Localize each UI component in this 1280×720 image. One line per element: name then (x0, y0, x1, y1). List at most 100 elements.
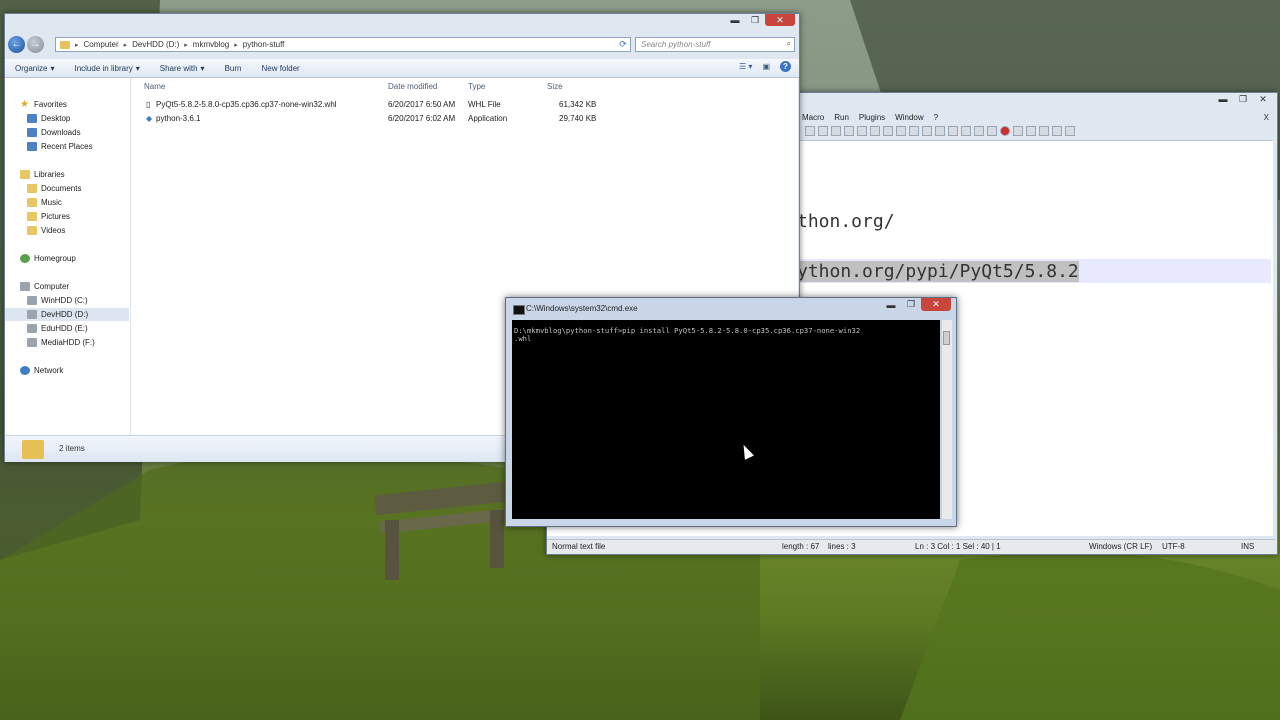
address-bar[interactable]: ▸ Computer ▸ DevHDD (D:) ▸ mkmvblog ▸ py… (55, 37, 631, 52)
explorer-caption-buttons: ▬ ❐ ✕ (725, 14, 795, 26)
menu-run[interactable]: Run (834, 113, 849, 122)
nav-documents[interactable]: Documents (27, 182, 81, 195)
nav-desktop[interactable]: Desktop (27, 112, 70, 125)
column-header-size[interactable]: Size (547, 82, 563, 91)
share-with-button[interactable]: Share with ▾ (150, 64, 215, 73)
computer-icon (20, 282, 30, 291)
view-controls: ☰ ▾ ▣ ? (739, 61, 791, 72)
nav-videos[interactable]: Videos (27, 224, 65, 237)
nav-drive-c[interactable]: WinHDD (C:) (27, 294, 88, 307)
toolbar-icon[interactable] (831, 126, 841, 136)
scrollbar-thumb[interactable] (943, 331, 950, 345)
nav-music[interactable]: Music (27, 196, 62, 209)
console-output[interactable]: D:\mkmvblog\python-stuff>pip install PyQ… (512, 320, 940, 519)
nav-label: DevHDD (D:) (41, 310, 89, 319)
stop-macro-icon[interactable] (1013, 126, 1023, 136)
column-header-date[interactable]: Date modified (388, 82, 437, 91)
toolbar-icon[interactable] (870, 126, 880, 136)
nav-favorites[interactable]: ★ Favorites (20, 98, 67, 111)
pictures-icon (27, 212, 37, 221)
toolbar-icon[interactable] (844, 126, 854, 136)
code-line-3: ython.org/pypi/PyQt5/5.8.2 (797, 261, 1079, 282)
selected-text: ython.org/pypi/PyQt5/5.8.2 (797, 261, 1079, 282)
nav-label: Downloads (41, 128, 81, 137)
close-icon[interactable]: ✕ (1253, 93, 1273, 105)
breadcrumb-computer[interactable]: Computer (84, 40, 119, 49)
play-macro-icon[interactable] (1026, 126, 1036, 136)
status-file-type: Normal text file (552, 542, 606, 551)
nav-downloads[interactable]: Downloads (27, 126, 81, 139)
network-icon (20, 366, 30, 375)
breadcrumb-mkmvblog[interactable]: mkmvblog (193, 40, 229, 49)
toolbar-icon[interactable] (805, 126, 815, 136)
toolbar-icon[interactable] (857, 126, 867, 136)
chevron-right-icon: ▸ (123, 41, 128, 49)
menu-plugins[interactable]: Plugins (859, 113, 885, 122)
nav-pictures[interactable]: Pictures (27, 210, 70, 223)
nav-label: Desktop (41, 114, 71, 123)
breadcrumb-python-stuff[interactable]: python-stuff (243, 40, 285, 49)
maximize-icon[interactable]: ❐ (745, 14, 765, 26)
nav-homegroup[interactable]: Homegroup (20, 252, 76, 265)
desktop-icon (27, 114, 37, 123)
toolbar-icon[interactable] (818, 126, 828, 136)
toolbar-icon[interactable] (883, 126, 893, 136)
preview-pane-icon[interactable]: ▣ (762, 62, 770, 71)
cmd-caption-buttons: ▬ ❐ ✕ (881, 298, 951, 311)
change-view-icon[interactable]: ☰ ▾ (739, 62, 752, 71)
menu-macro[interactable]: Macro (802, 113, 824, 122)
include-in-library-button[interactable]: Include in library ▾ (64, 64, 149, 73)
organize-button[interactable]: Organize ▾ (5, 64, 64, 73)
column-header-type[interactable]: Type (468, 82, 485, 91)
toolbar-icon[interactable] (1052, 126, 1062, 136)
toolbar-icon[interactable] (948, 126, 958, 136)
new-folder-button[interactable]: New folder (251, 64, 309, 73)
close-document-icon[interactable]: X (1264, 113, 1269, 122)
maximize-icon[interactable]: ❐ (1233, 93, 1253, 105)
help-icon[interactable]: ? (780, 61, 791, 72)
status-insert-mode: INS (1241, 542, 1255, 551)
toolbar-icon[interactable] (909, 126, 919, 136)
documents-icon (27, 184, 37, 193)
nav-drive-f[interactable]: MediaHDD (F:) (27, 336, 95, 349)
burn-button[interactable]: Burn (215, 64, 252, 73)
file-row[interactable]: ◆ python-3.6.1 6/20/2017 6:02 AM Applica… (131, 113, 596, 126)
record-macro-icon[interactable] (1000, 126, 1010, 136)
toolbar-icon[interactable] (896, 126, 906, 136)
nav-label: Libraries (34, 170, 65, 179)
maximize-icon[interactable]: ❐ (901, 298, 921, 311)
search-icon: ⌕ (786, 39, 791, 48)
cmd-window[interactable]: C:\Windows\system32\cmd.exe ▬ ❐ ✕ D:\mkm… (505, 297, 957, 527)
toolbar-icon[interactable] (1065, 126, 1075, 136)
scrollbar[interactable] (941, 320, 952, 519)
minimize-icon[interactable]: ▬ (1213, 93, 1233, 105)
close-icon[interactable]: ✕ (921, 298, 951, 311)
nav-drive-e[interactable]: EduHDD (E:) (27, 322, 88, 335)
file-size: 29,740 KB (559, 114, 597, 123)
file-row[interactable]: ▯ PyQt5-5.8.2-5.8.0-cp35.cp36.cp37-none-… (131, 99, 596, 112)
nav-computer[interactable]: Computer (20, 280, 69, 293)
minimize-icon[interactable]: ▬ (725, 14, 745, 26)
forward-arrow-icon[interactable]: → (27, 36, 44, 53)
toolbar-icon[interactable] (961, 126, 971, 136)
nav-network[interactable]: Network (20, 364, 63, 377)
column-header-name[interactable]: Name (144, 82, 165, 91)
toolbar-icon[interactable] (922, 126, 932, 136)
toolbar-icon[interactable] (987, 126, 997, 136)
nav-recent-places[interactable]: Recent Places (27, 140, 93, 153)
drive-icon (27, 310, 37, 319)
toolbar-icon[interactable] (1039, 126, 1049, 136)
back-arrow-icon[interactable]: ← (8, 36, 25, 53)
toolbar-icon[interactable] (935, 126, 945, 136)
toolbar-icon[interactable] (974, 126, 984, 136)
breadcrumb-devhdd[interactable]: DevHDD (D:) (132, 40, 179, 49)
search-input[interactable]: Search python-stuff ⌕ (635, 37, 795, 52)
minimize-icon[interactable]: ▬ (881, 298, 901, 311)
close-icon[interactable]: ✕ (765, 14, 795, 26)
refresh-icon[interactable]: ⟳ (615, 37, 631, 52)
menu-help[interactable]: ? (934, 113, 938, 122)
menu-window[interactable]: Window (895, 113, 923, 122)
nav-libraries[interactable]: Libraries (20, 168, 65, 181)
file-size: 61,342 KB (559, 100, 597, 109)
nav-drive-d[interactable]: DevHDD (D:) (5, 308, 129, 321)
